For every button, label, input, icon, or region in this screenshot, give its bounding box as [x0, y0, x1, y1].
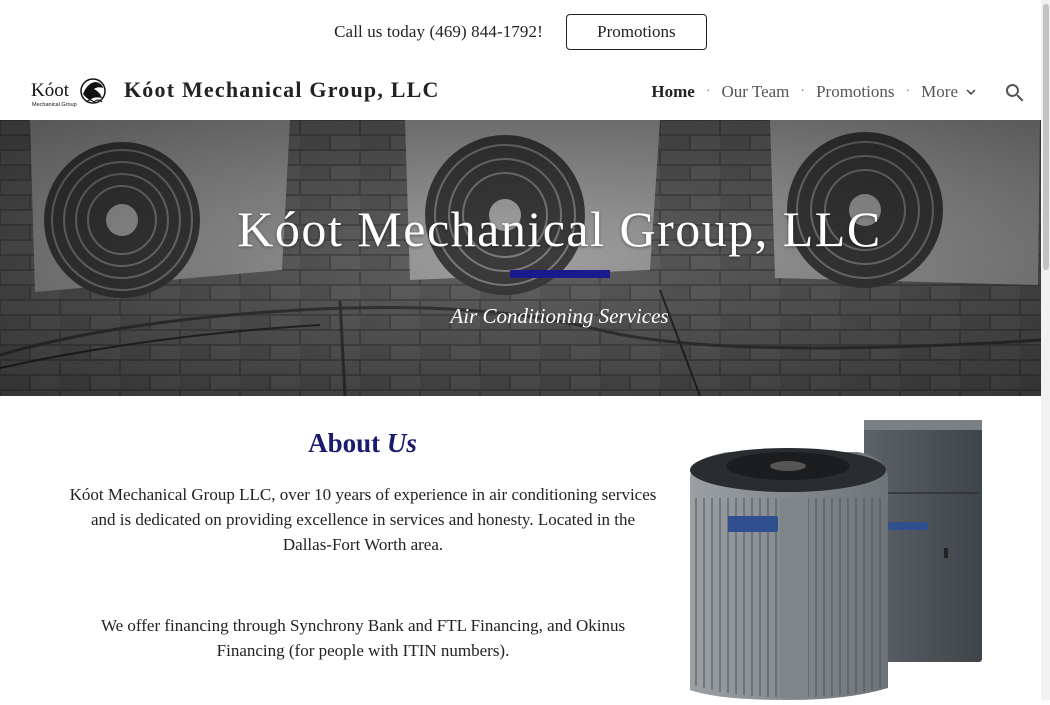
- site-title[interactable]: Kóot Mechanical Group, LLC: [124, 77, 440, 103]
- hero-background-image: [0, 120, 1041, 396]
- site-logo[interactable]: Kóot Mechanical Group: [30, 74, 108, 110]
- hero-banner: Kóot Mechanical Group, LLC Air Condition…: [0, 120, 1041, 396]
- site-header: Kóot Mechanical Group Kóot Mechanical Gr…: [0, 64, 1041, 120]
- hero-accent-rule: [510, 270, 610, 278]
- nav-promotions[interactable]: Promotions: [816, 82, 894, 102]
- about-paragraph-financing: We offer financing through Synchrony Ban…: [100, 616, 626, 660]
- chevron-down-icon: [966, 89, 976, 95]
- nav-home[interactable]: Home: [651, 82, 694, 102]
- svg-text:Kóot: Kóot: [31, 80, 70, 101]
- page-scrollbar-thumb[interactable]: [1043, 4, 1049, 270]
- nav-our-team[interactable]: Our Team: [722, 82, 790, 102]
- nav-separator: ·: [905, 84, 911, 99]
- about-us-heading: About Us: [70, 428, 655, 459]
- nav-more-label: More: [921, 82, 958, 101]
- main-nav: Home · Our Team · Promotions · More: [651, 82, 980, 102]
- promotions-button[interactable]: Promotions: [565, 14, 707, 50]
- call-us-text: Call us today (469) 844-1792!: [334, 22, 543, 41]
- search-icon[interactable]: [1003, 81, 1027, 105]
- hvac-product-image: [688, 418, 988, 700]
- about-paragraph-experience: Kóot Mechanical Group LLC, over 10 years…: [69, 485, 657, 554]
- about-heading-part2: Us: [386, 428, 417, 458]
- svg-text:Mechanical Group: Mechanical Group: [32, 102, 77, 108]
- top-announcement-bar: Call us today (469) 844-1792! Promotions: [0, 0, 1041, 64]
- nav-more[interactable]: More: [921, 82, 980, 102]
- hero-title: Kóot Mechanical Group, LLC: [237, 201, 882, 257]
- nav-separator: ·: [800, 84, 806, 99]
- about-heading-part1: About: [308, 428, 381, 458]
- hero-subtitle: Air Conditioning Services: [450, 304, 669, 328]
- nav-separator: ·: [705, 84, 711, 99]
